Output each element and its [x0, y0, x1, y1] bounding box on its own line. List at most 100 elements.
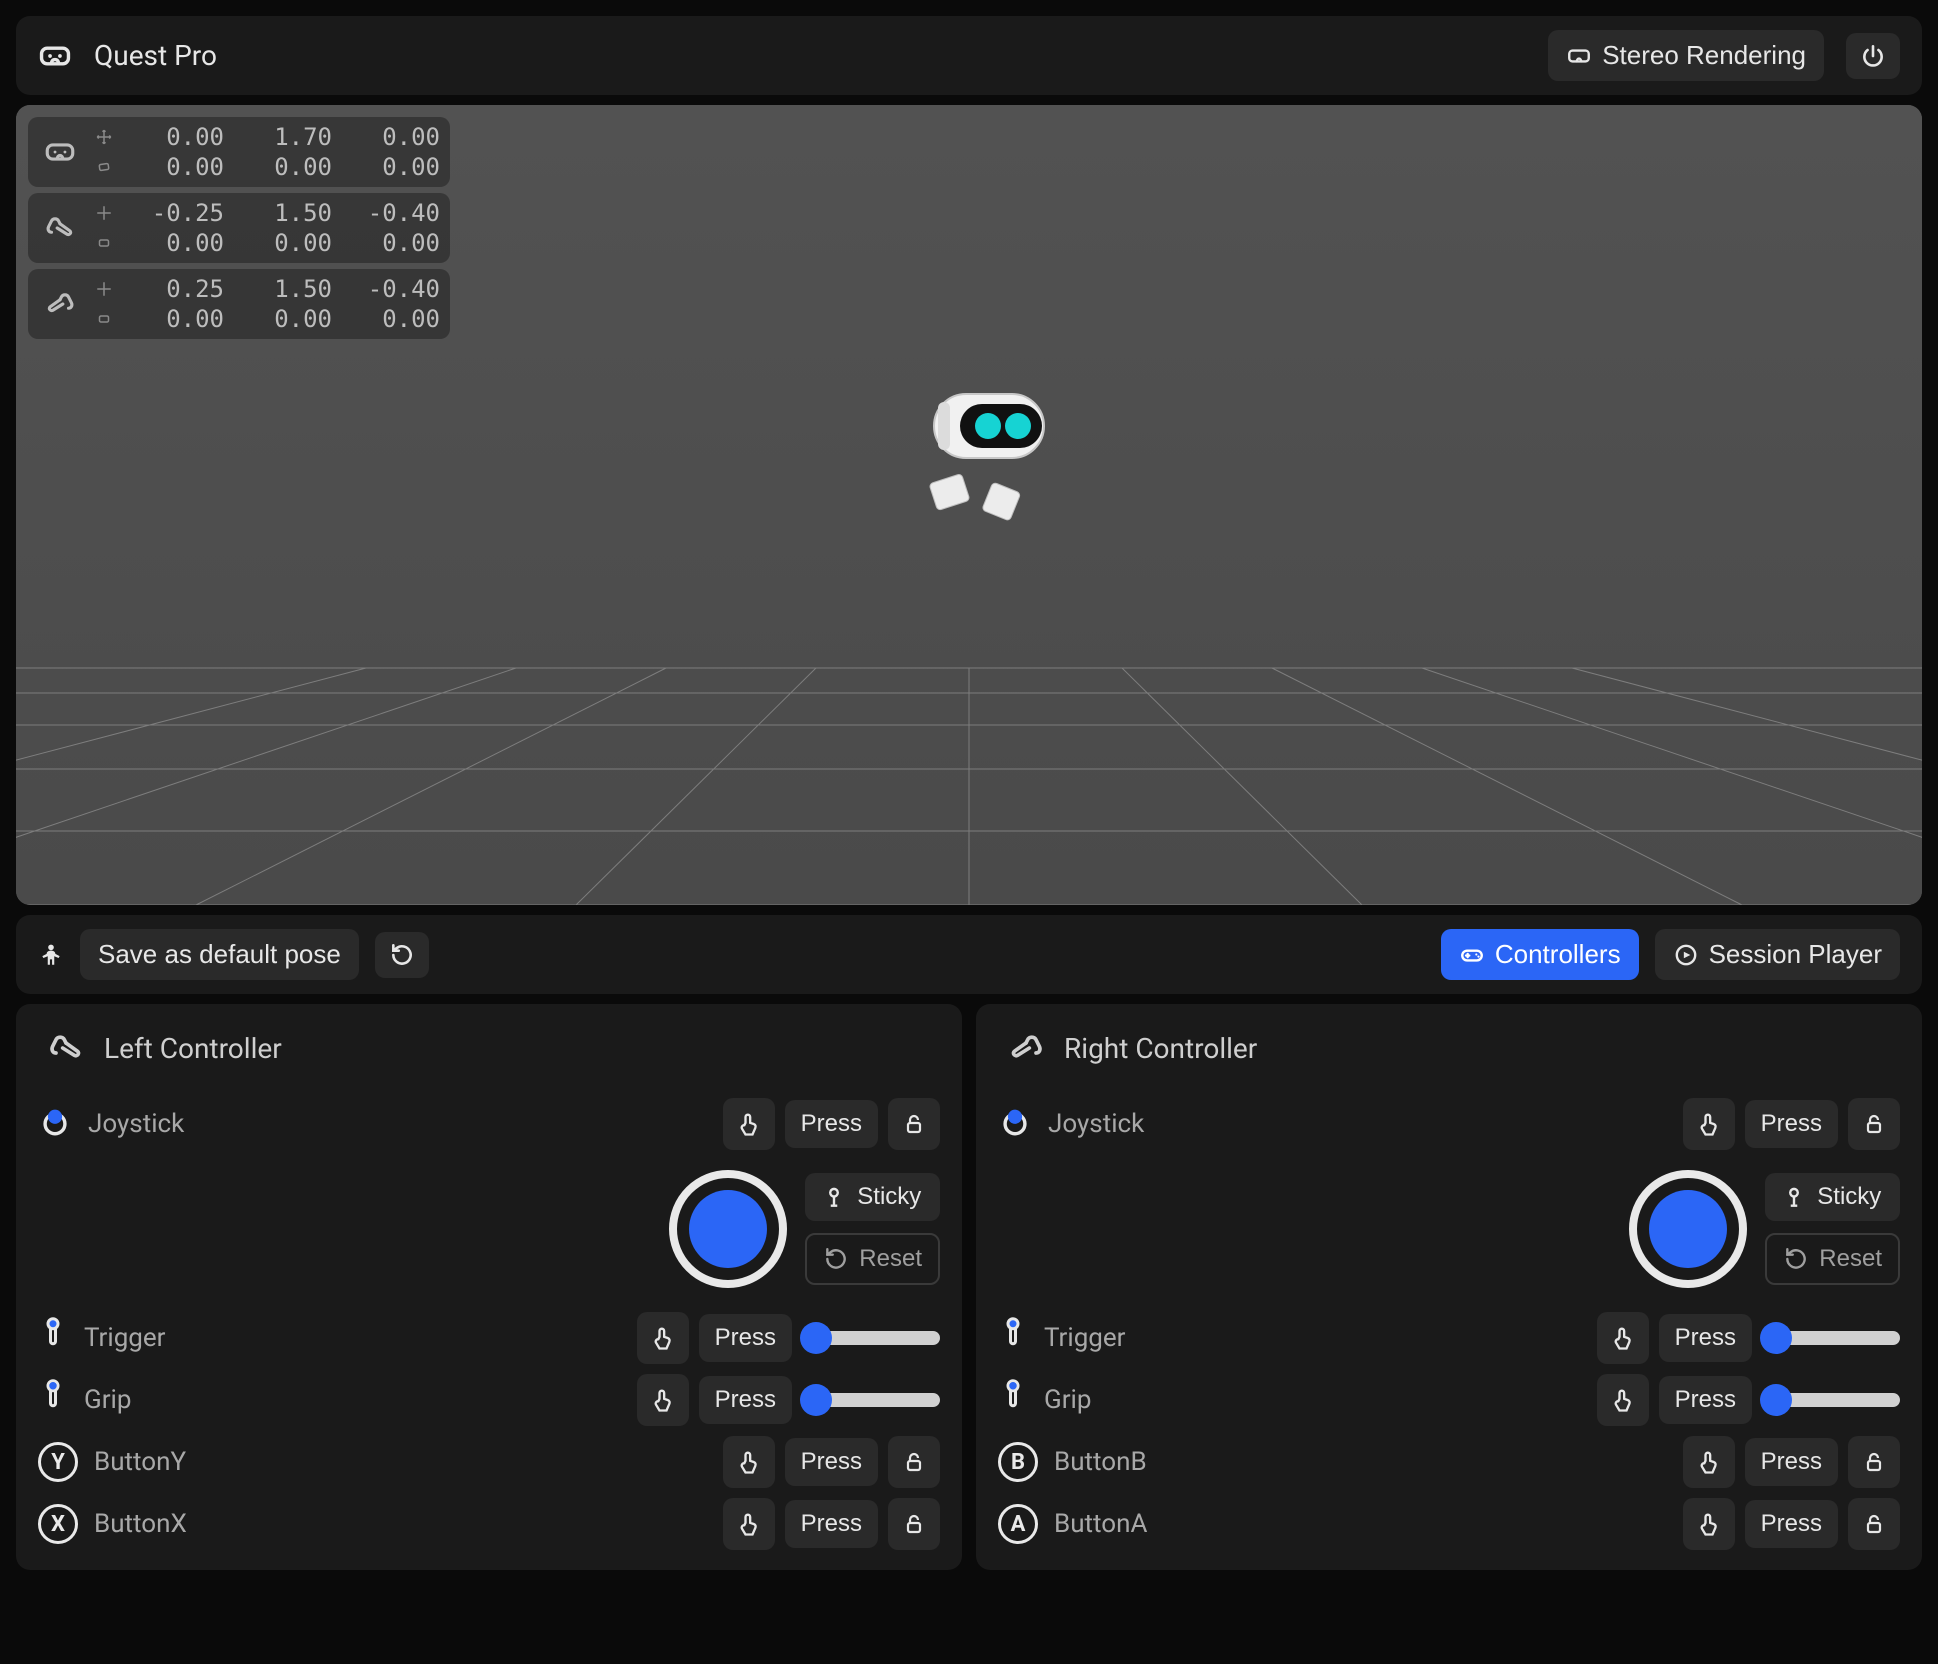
right-joystick-row: Joystick Press [998, 1098, 1900, 1150]
right-joystick-sticky[interactable]: Sticky [1765, 1173, 1900, 1221]
left-x-lock[interactable] [888, 1498, 940, 1550]
left-controller-icon [38, 211, 82, 245]
left-trigger-touch[interactable] [637, 1312, 689, 1364]
left-joystick-press[interactable]: Press [785, 1100, 878, 1148]
session-player-tab[interactable]: Session Player [1655, 929, 1900, 980]
left-y-touch[interactable] [723, 1436, 775, 1488]
slider-knob [800, 1322, 832, 1354]
slider-knob [1760, 1322, 1792, 1354]
left-controller-panel: Left Controller Joystick Press [16, 1004, 962, 1570]
left-joystick-touch[interactable] [723, 1098, 775, 1150]
slider-knob [800, 1384, 832, 1416]
left-trigger-row: Trigger Press [38, 1312, 940, 1364]
left-joystick-row: Joystick Press [38, 1098, 940, 1150]
trigger-icon [998, 1316, 1028, 1361]
move-icon [92, 128, 116, 146]
right-b-press[interactable]: Press [1745, 1438, 1838, 1486]
power-icon [1860, 43, 1886, 69]
right-button-a-row: A ButtonA Press [998, 1498, 1900, 1550]
right-controller-icon [38, 287, 82, 321]
viewport-3d[interactable]: 0.00 1.70 0.00 0.00 0.00 0.00 [16, 105, 1922, 905]
robot-avatar [859, 354, 1079, 560]
joystick-thumb [1649, 1190, 1727, 1268]
left-button-y-row: Y ButtonY Press [38, 1436, 940, 1488]
rotate-icon [92, 234, 116, 252]
left-controller-icon [46, 1028, 86, 1068]
right-joystick-touch[interactable] [1683, 1098, 1735, 1150]
power-button[interactable] [1846, 33, 1900, 79]
rotate-icon [92, 158, 116, 176]
right-trigger-press[interactable]: Press [1659, 1314, 1752, 1362]
right-button-b-row: B ButtonB Press [998, 1436, 1900, 1488]
headset-icon [38, 39, 72, 73]
left-joystick-sticky[interactable]: Sticky [805, 1173, 940, 1221]
transform-overlay: 0.00 1.70 0.00 0.00 0.00 0.00 [28, 117, 450, 339]
right-joystick-press[interactable]: Press [1745, 1100, 1838, 1148]
right-joystick-reset[interactable]: Reset [1765, 1233, 1900, 1285]
right-b-touch[interactable] [1683, 1436, 1735, 1488]
right-joystick-lock[interactable] [1848, 1098, 1900, 1150]
left-button-x-row: X ButtonX Press [38, 1498, 940, 1550]
header-bar: Quest Pro Stereo Rendering [16, 16, 1922, 95]
right-trigger-row: Trigger Press [998, 1312, 1900, 1364]
left-joystick-lock[interactable] [888, 1098, 940, 1150]
play-session-icon [1673, 942, 1699, 968]
right-b-lock[interactable] [1848, 1436, 1900, 1488]
trigger-icon [38, 1316, 68, 1361]
x-badge: X [38, 1504, 78, 1544]
left-controller-title: Left Controller [104, 1032, 282, 1065]
stereo-rendering-label: Stereo Rendering [1602, 40, 1806, 71]
left-x-press[interactable]: Press [785, 1500, 878, 1548]
pose-bar: Save as default pose Controllers Session… [16, 915, 1922, 994]
left-y-press[interactable]: Press [785, 1438, 878, 1486]
right-a-press[interactable]: Press [1745, 1500, 1838, 1548]
joystick-mini-icon [998, 1104, 1032, 1145]
headset-icon [38, 135, 82, 169]
slider-knob [1760, 1384, 1792, 1416]
save-default-pose-button[interactable]: Save as default pose [80, 929, 359, 980]
left-grip-row: Grip Press [38, 1374, 940, 1426]
reset-pose-button[interactable] [375, 932, 429, 978]
right-grip-touch[interactable] [1597, 1374, 1649, 1426]
controllers-tab[interactable]: Controllers [1441, 929, 1639, 980]
left-joystick-reset[interactable]: Reset [805, 1233, 940, 1285]
left-trigger-press[interactable]: Press [699, 1314, 792, 1362]
right-a-touch[interactable] [1683, 1498, 1735, 1550]
overlay-left-controller[interactable]: -0.25 1.50 -0.40 0.00 0.00 0.00 [28, 193, 450, 263]
move-icon [92, 204, 116, 222]
move-icon [92, 280, 116, 298]
reset-icon [823, 1246, 849, 1272]
reset-icon [389, 942, 415, 968]
right-grip-slider[interactable] [1762, 1393, 1900, 1407]
right-a-lock[interactable] [1848, 1498, 1900, 1550]
joystick-thumb [689, 1190, 767, 1268]
left-y-lock[interactable] [888, 1436, 940, 1488]
left-grip-touch[interactable] [637, 1374, 689, 1426]
left-grip-press[interactable]: Press [699, 1376, 792, 1424]
right-grip-press[interactable]: Press [1659, 1376, 1752, 1424]
right-controller-title: Right Controller [1064, 1032, 1257, 1065]
device-title: Quest Pro [94, 39, 1526, 72]
reset-icon [1783, 1246, 1809, 1272]
right-controller-icon [1006, 1028, 1046, 1068]
rotate-icon [92, 310, 116, 328]
left-joystick[interactable] [669, 1170, 787, 1288]
gamepad-icon [1459, 942, 1485, 968]
overlay-headset[interactable]: 0.00 1.70 0.00 0.00 0.00 0.00 [28, 117, 450, 187]
pin-icon [821, 1184, 847, 1210]
stereo-icon [1566, 43, 1592, 69]
right-joystick[interactable] [1629, 1170, 1747, 1288]
right-grip-row: Grip Press [998, 1374, 1900, 1426]
stereo-rendering-button[interactable]: Stereo Rendering [1548, 30, 1824, 81]
a-badge: A [998, 1504, 1038, 1544]
right-trigger-slider[interactable] [1762, 1331, 1900, 1345]
overlay-right-controller[interactable]: 0.25 1.50 -0.40 0.00 0.00 0.00 [28, 269, 450, 339]
joystick-mini-icon [38, 1104, 72, 1145]
left-trigger-slider[interactable] [802, 1331, 940, 1345]
left-grip-slider[interactable] [802, 1393, 940, 1407]
grip-icon [38, 1378, 68, 1423]
right-trigger-touch[interactable] [1597, 1312, 1649, 1364]
b-badge: B [998, 1442, 1038, 1482]
pin-icon [1781, 1184, 1807, 1210]
left-x-touch[interactable] [723, 1498, 775, 1550]
